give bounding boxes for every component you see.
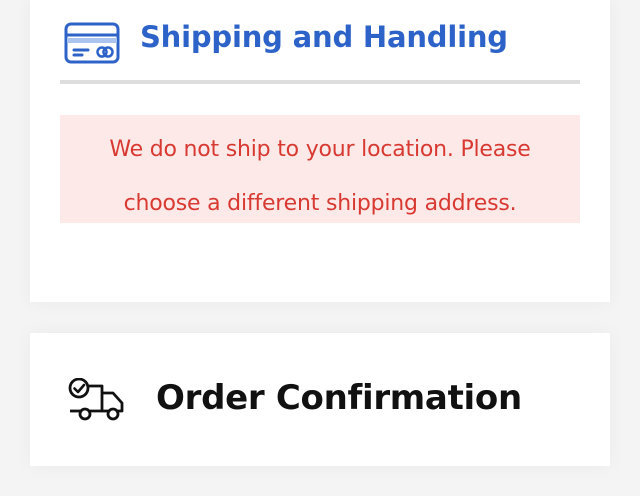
alert-line-2: choose a different shipping address. [123,191,517,216]
section-divider [60,80,580,84]
alert-line-1: We do not ship to your location. Please [109,137,531,162]
delivery-truck-icon [68,377,126,422]
shipping-section-title: Shipping and Handling [140,20,508,54]
shipping-card: Shipping and Handling We do not ship to … [30,0,610,302]
order-confirmation-card[interactable]: Order Confirmation [30,333,610,466]
shipping-error-alert: We do not ship to your location. Please … [60,115,580,223]
credit-card-icon [64,21,120,65]
order-confirmation-title: Order Confirmation [156,378,522,418]
